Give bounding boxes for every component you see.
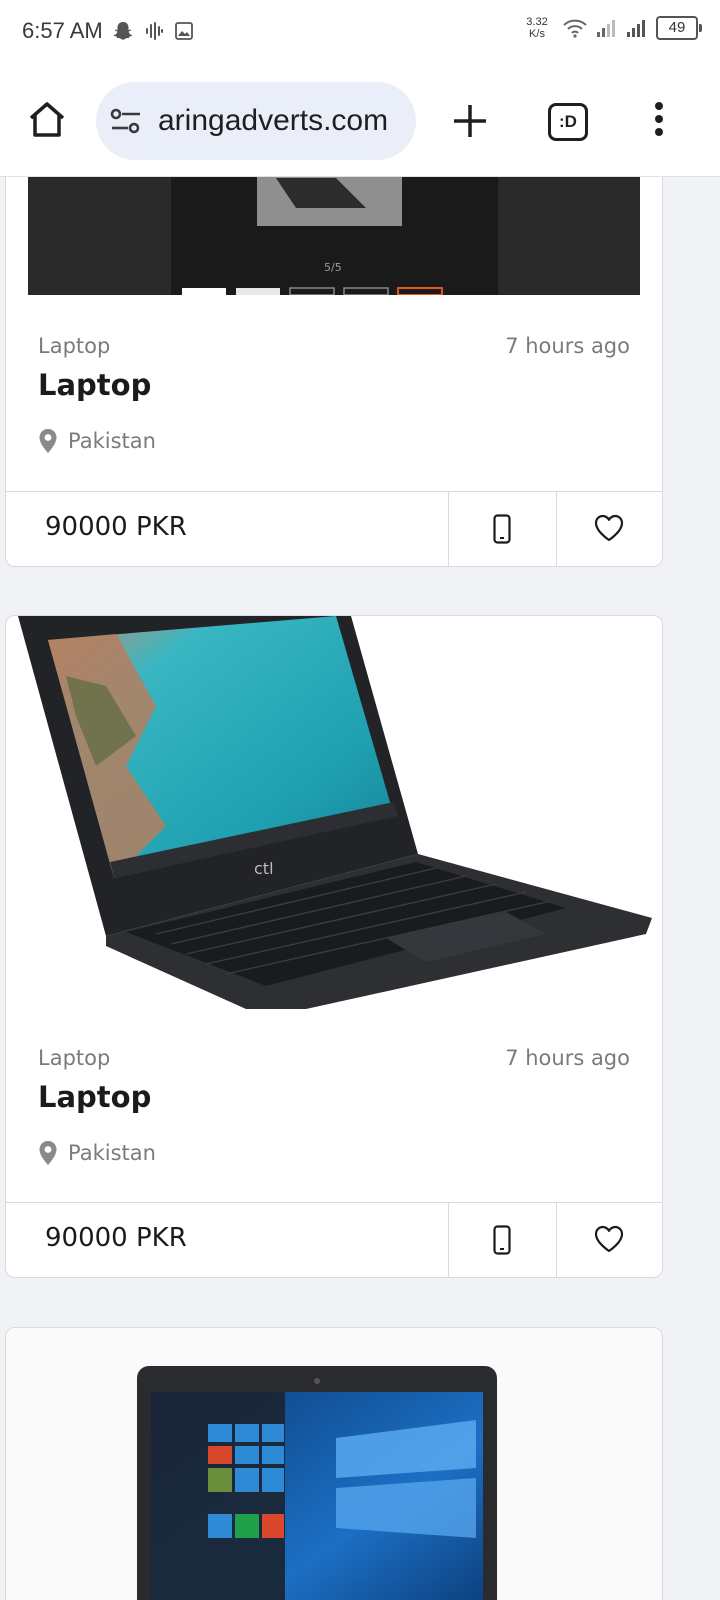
listing-image[interactable] bbox=[6, 1328, 662, 1600]
plus-icon[interactable] bbox=[450, 101, 490, 141]
listing-time: 7 hours ago bbox=[505, 1046, 630, 1070]
listing-card[interactable] bbox=[5, 1327, 663, 1600]
tab-switcher-button[interactable]: :D bbox=[548, 103, 588, 141]
wifi-icon bbox=[563, 19, 587, 38]
listing-image[interactable]: 5/5 bbox=[6, 177, 662, 295]
listing-card[interactable]: ctl Laptop 7 hours ago Laptop Pakistan 9… bbox=[5, 615, 663, 1278]
listing-location-text: Pakistan bbox=[68, 1141, 156, 1165]
gallery-counter: 5/5 bbox=[324, 261, 342, 274]
location-pin-icon bbox=[39, 1141, 57, 1165]
listing-time: 7 hours ago bbox=[505, 334, 630, 358]
listing-card[interactable]: 5/5 Laptop 7 hours ago Laptop Pakistan 9… bbox=[5, 177, 663, 567]
browser-toolbar: aringadverts.com :D bbox=[0, 66, 720, 177]
call-button[interactable] bbox=[448, 492, 557, 566]
listing-photo bbox=[137, 1366, 497, 1600]
listing-title[interactable]: Laptop bbox=[38, 1080, 151, 1114]
location-pin-icon bbox=[39, 429, 57, 453]
phone-icon bbox=[493, 514, 511, 544]
listing-price: 90000 PKR bbox=[45, 1223, 187, 1253]
snapchat-icon bbox=[113, 22, 133, 40]
network-speed: 3.32 K/s bbox=[520, 16, 554, 40]
listing-category: Laptop bbox=[38, 334, 111, 358]
laptop-brand-logo: ctl bbox=[254, 859, 274, 878]
listing-gallery-image bbox=[28, 177, 640, 295]
status-time: 6:57 AM bbox=[22, 18, 103, 43]
status-bar: 6:57 AM 3.32 K/s 49 bbox=[0, 0, 720, 66]
screen: 6:57 AM 3.32 K/s 49 aringadverts.com:D … bbox=[0, 0, 720, 1600]
listing-category: Laptop bbox=[38, 1046, 111, 1070]
listing-image[interactable]: ctl bbox=[6, 616, 662, 1009]
listings-feed: 5/5 Laptop 7 hours ago Laptop Pakistan 9… bbox=[0, 177, 720, 1600]
listing-location: Pakistan bbox=[38, 428, 156, 454]
notification-icons bbox=[112, 20, 194, 42]
listing-price: 90000 PKR bbox=[45, 512, 187, 542]
listing-actions: 90000 PKR bbox=[6, 491, 662, 566]
heart-icon bbox=[594, 1225, 624, 1253]
address-bar[interactable]: aringadverts.com bbox=[96, 82, 416, 160]
status-right: 3.32 K/s 49 bbox=[520, 16, 702, 40]
listing-location: Pakistan bbox=[38, 1140, 156, 1166]
listing-title[interactable]: Laptop bbox=[38, 368, 151, 402]
image-icon bbox=[175, 22, 193, 40]
listing-photo: ctl bbox=[18, 616, 652, 1009]
tune-icon[interactable] bbox=[110, 107, 142, 135]
favorite-button[interactable] bbox=[556, 1203, 662, 1277]
battery-indicator: 49 bbox=[656, 16, 702, 40]
favorite-button[interactable] bbox=[556, 492, 662, 566]
call-button[interactable] bbox=[448, 1203, 557, 1277]
home-icon[interactable] bbox=[26, 99, 68, 141]
signal-icon-1 bbox=[597, 20, 615, 37]
network-speed-unit: K/s bbox=[529, 28, 545, 40]
more-vert-icon[interactable] bbox=[652, 99, 666, 143]
listing-actions: 90000 PKR bbox=[6, 1202, 662, 1277]
heart-icon bbox=[594, 514, 624, 542]
network-speed-value: 3.32 bbox=[526, 16, 548, 28]
audio-wave-icon bbox=[146, 22, 163, 40]
phone-icon bbox=[493, 1225, 511, 1255]
listing-location-text: Pakistan bbox=[68, 429, 156, 453]
url-text[interactable]: aringadverts.com bbox=[158, 104, 388, 138]
signal-icon-2 bbox=[627, 20, 645, 37]
